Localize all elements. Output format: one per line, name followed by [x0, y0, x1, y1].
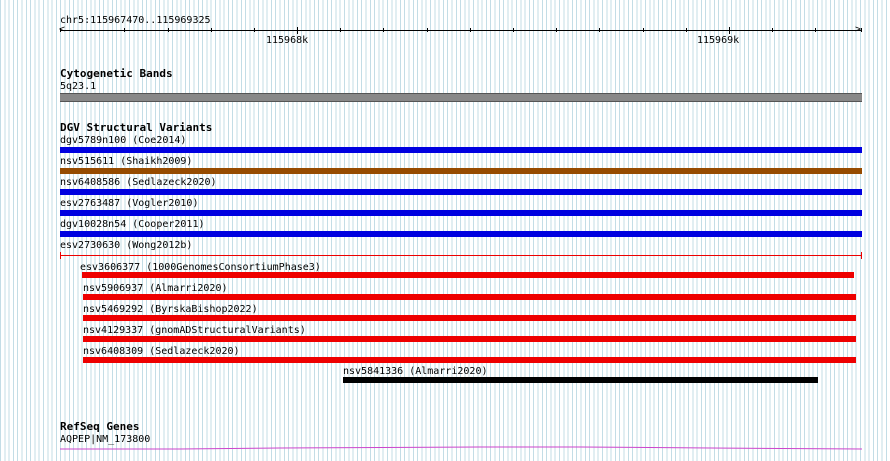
- variant-range-cap: [861, 252, 862, 259]
- variant-bar[interactable]: [83, 315, 856, 321]
- ruler-tick: [60, 28, 61, 32]
- variant-bar[interactable]: [60, 210, 862, 216]
- ruler-tick: [340, 28, 341, 32]
- ruler-tick: [211, 28, 212, 32]
- ruler-tick-major: [297, 27, 298, 34]
- ruler-tick: [470, 28, 471, 32]
- variant-bar[interactable]: [83, 357, 856, 363]
- gene-label[interactable]: AQPEP|NM_173800: [60, 434, 150, 445]
- variant-bar[interactable]: [60, 189, 862, 195]
- variant-bar[interactable]: [60, 168, 862, 174]
- variant-label[interactable]: nsv5906937 (Almarri2020): [83, 283, 228, 294]
- ruler-tick: [772, 28, 773, 32]
- variant-bar[interactable]: [60, 147, 862, 153]
- variant-bar[interactable]: [343, 377, 818, 383]
- variant-bar[interactable]: [83, 336, 856, 342]
- variant-label[interactable]: dgv5789n100 (Coe2014): [60, 135, 186, 146]
- ruler-tick: [383, 28, 384, 32]
- ruler-tick: [556, 28, 557, 32]
- locus-coordinates: chr5:115967470..115969325: [60, 15, 211, 26]
- variant-label[interactable]: nsv4129337 (gnomADStructuralVariants): [83, 325, 306, 336]
- track-title-refseq[interactable]: RefSeq Genes: [60, 421, 139, 433]
- cytoband-bar[interactable]: [60, 93, 862, 102]
- ruler-tick: [861, 28, 862, 32]
- variant-range-cap: [60, 252, 61, 259]
- variant-label[interactable]: nsv6408586 (Sedlazeck2020): [60, 177, 217, 188]
- ruler-tick: [168, 28, 169, 32]
- ruler-tick: [427, 28, 428, 32]
- variant-label[interactable]: dgv10028n54 (Cooper2011): [60, 219, 205, 230]
- gene-model[interactable]: [60, 446, 862, 450]
- track-title-cytoband[interactable]: Cytogenetic Bands: [60, 68, 173, 80]
- ruler-tick: [599, 28, 600, 32]
- variant-bar[interactable]: [83, 294, 856, 300]
- variant-label[interactable]: nsv515611 (Shaikh2009): [60, 156, 192, 167]
- variant-label[interactable]: nsv5841336 (Almarri2020): [343, 366, 488, 377]
- variant-bar[interactable]: [82, 272, 854, 278]
- ruler-tick-major: [729, 27, 730, 34]
- track-title-dgv[interactable]: DGV Structural Variants: [60, 122, 212, 134]
- variant-range-line[interactable]: [60, 255, 862, 256]
- ruler-tick: [124, 28, 125, 32]
- ruler-tick: [686, 28, 687, 32]
- ruler-tick: [254, 28, 255, 32]
- ruler-tick: [643, 28, 644, 32]
- ruler-label: 115969k: [697, 35, 740, 46]
- variant-label[interactable]: nsv6408309 (Sedlazeck2020): [83, 346, 240, 357]
- cytoband-label[interactable]: 5q23.1: [60, 81, 96, 92]
- variant-label[interactable]: esv2763487 (Vogler2010): [60, 198, 198, 209]
- ruler-label: 115968k: [266, 35, 309, 46]
- variant-label[interactable]: esv2730630 (Wong2012b): [60, 240, 192, 251]
- ruler-tick: [815, 28, 816, 32]
- ruler-axis: [60, 30, 862, 31]
- ruler-tick: [513, 28, 514, 32]
- variant-label[interactable]: nsv5469292 (ByrskaBishop2022): [83, 304, 258, 315]
- variant-bar[interactable]: [60, 231, 862, 237]
